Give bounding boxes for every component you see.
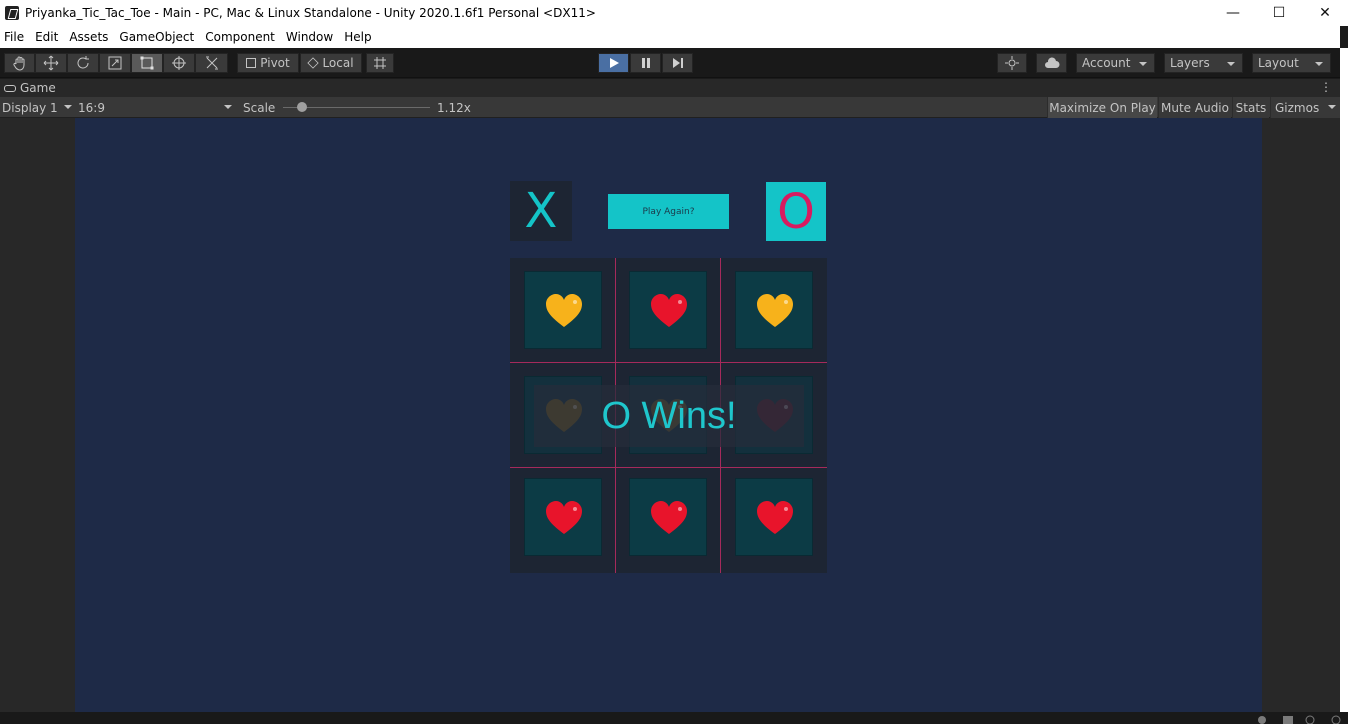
tab-game-label: Game (20, 81, 56, 95)
menu-assets[interactable]: Assets (65, 30, 115, 44)
collab-icon[interactable] (997, 53, 1027, 73)
maximize-on-play-toggle[interactable]: Maximize On Play (1047, 97, 1157, 118)
pause-icon (641, 58, 650, 68)
menu-component[interactable]: Component (201, 30, 282, 44)
window-titlebar: Priyanka_Tic_Tac_Toe - Main - PC, Mac & … (0, 0, 1348, 26)
custom-tool-icon[interactable] (195, 53, 228, 73)
account-dropdown[interactable]: Account (1076, 53, 1155, 73)
layout-dropdown[interactable]: Layout (1252, 53, 1331, 73)
o-player-tile: O (766, 182, 826, 241)
grid-line (510, 467, 827, 468)
gizmos-dropdown[interactable]: Gizmos (1270, 97, 1340, 118)
heart-icon (546, 501, 582, 534)
layout-label: Layout (1258, 56, 1299, 70)
step-button[interactable] (662, 53, 693, 73)
board-cell[interactable] (524, 271, 602, 349)
hand-tool-icon[interactable] (4, 53, 35, 73)
play-again-label: Play Again? (642, 206, 695, 217)
window-title: Priyanka_Tic_Tac_Toe - Main - PC, Mac & … (25, 6, 596, 20)
game-canvas[interactable]: X Play Again? O O Wins! (75, 118, 1262, 712)
window-edge (1340, 48, 1348, 712)
maximize-button[interactable]: ☐ (1256, 0, 1302, 26)
game-view: X Play Again? O O Wins! (0, 118, 1340, 712)
board-cell[interactable] (629, 271, 707, 349)
scale-slider[interactable] (283, 102, 430, 112)
local-label: Local (322, 56, 354, 70)
maximize-on-play-label: Maximize On Play (1049, 100, 1156, 115)
play-icon (609, 58, 619, 68)
aspect-label: 16:9 (78, 100, 105, 115)
game-tab-bar: Game ⋮ (0, 79, 1340, 97)
scale-value: 1.12x (437, 100, 471, 115)
minimize-button[interactable]: — (1210, 0, 1256, 26)
cloud-icon[interactable] (1036, 53, 1067, 73)
display-label: Display 1 (2, 100, 58, 115)
pivot-label: Pivot (260, 56, 290, 70)
pivot-icon (246, 58, 257, 68)
mute-audio-label: Mute Audio (1161, 100, 1229, 115)
grid-line (510, 362, 827, 363)
local-cube-icon (307, 57, 320, 69)
transform-tool-icon[interactable] (163, 53, 195, 73)
layers-label: Layers (1170, 56, 1210, 70)
menu-gameobject[interactable]: GameObject (115, 30, 201, 44)
gizmos-label: Gizmos (1275, 100, 1320, 115)
win-text: O Wins! (601, 394, 737, 437)
close-button[interactable]: ✕ (1302, 0, 1348, 26)
scale-label-wrap: Scale (241, 97, 281, 118)
menu-window[interactable]: Window (282, 30, 340, 44)
rect-tool-icon[interactable] (131, 53, 163, 73)
chevron-down-icon (64, 105, 72, 109)
menu-edit[interactable]: Edit (31, 30, 65, 44)
stats-toggle[interactable]: Stats (1232, 97, 1269, 118)
aspect-dropdown[interactable]: 16:9 (76, 97, 234, 118)
stats-label: Stats (1235, 100, 1267, 115)
heart-icon (651, 501, 687, 534)
main-toolbar: Pivot Local Account Layers Layout (0, 48, 1340, 78)
scale-label: Scale (243, 100, 276, 115)
heart-icon (651, 294, 687, 327)
move-tool-icon[interactable] (35, 53, 67, 73)
menu-bar: File Edit Assets GameObject Component Wi… (0, 26, 1340, 48)
win-banner: O Wins! (534, 385, 804, 447)
x-label: X (524, 183, 558, 239)
gamepad-icon (4, 84, 16, 92)
tab-game[interactable]: Game (4, 81, 56, 95)
play-button[interactable] (598, 53, 629, 73)
tab-menu-icon[interactable]: ⋮ (1320, 80, 1332, 94)
layers-dropdown[interactable]: Layers (1164, 53, 1243, 73)
heart-icon (546, 294, 582, 327)
menu-help[interactable]: Help (340, 30, 378, 44)
board-cell[interactable] (735, 478, 813, 556)
menu-file[interactable]: File (0, 30, 31, 44)
board-cell[interactable] (629, 478, 707, 556)
chevron-down-icon (224, 105, 232, 109)
window-controls: — ☐ ✕ (1210, 0, 1348, 26)
heart-icon (757, 294, 793, 327)
status-bar (0, 712, 1348, 724)
grid-snap-icon[interactable] (366, 53, 394, 73)
display-dropdown[interactable]: Display 1 (0, 97, 74, 118)
chevron-down-icon (1328, 105, 1336, 109)
rotate-tool-icon[interactable] (67, 53, 99, 73)
board-cell[interactable] (524, 478, 602, 556)
pause-button[interactable] (630, 53, 661, 73)
play-again-button[interactable]: Play Again? (608, 194, 729, 229)
scale-tool-icon[interactable] (99, 53, 131, 73)
scale-slider-thumb[interactable] (296, 102, 307, 112)
unity-icon (5, 6, 19, 20)
mute-audio-toggle[interactable]: Mute Audio (1158, 97, 1231, 118)
pivot-toggle[interactable]: Pivot (237, 53, 299, 73)
account-label: Account (1082, 56, 1131, 70)
scale-value-wrap: 1.12x (435, 97, 475, 118)
heart-icon (757, 501, 793, 534)
o-label: O (777, 183, 815, 240)
step-icon (672, 58, 683, 68)
status-icons (1258, 715, 1341, 724)
game-view-controls: Display 1 16:9 Scale 1.12x Maximize On P… (0, 97, 1340, 118)
board-cell[interactable] (735, 271, 813, 349)
x-player-tile: X (510, 181, 572, 241)
local-toggle[interactable]: Local (300, 53, 362, 73)
